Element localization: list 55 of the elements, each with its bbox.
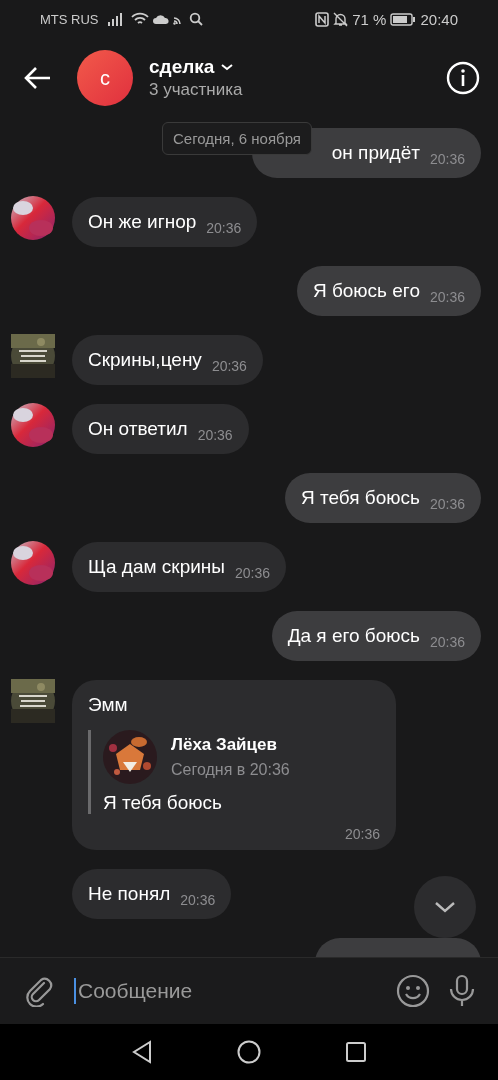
search-icon xyxy=(188,12,203,26)
message-bubble[interactable]: Я боюсь его 20:36 xyxy=(296,266,481,316)
chevron-down-icon[interactable] xyxy=(220,62,235,72)
back-arrow-icon[interactable] xyxy=(24,66,52,90)
wifi-icon xyxy=(130,12,149,26)
date-label: Сегодня, 6 ноября xyxy=(162,122,312,155)
message-timestamp: 20:36 xyxy=(206,220,242,236)
clock-time: 20:40 xyxy=(420,10,458,28)
message-timestamp: 20:36 xyxy=(429,289,465,305)
message-text: Я боюсь его xyxy=(312,280,420,302)
nfc-icon xyxy=(315,11,330,27)
message-timestamp: 20:36 xyxy=(235,565,271,581)
battery-icon xyxy=(390,12,417,26)
message-text: Он ответил xyxy=(88,418,188,440)
message-input[interactable]: Сообщение xyxy=(74,978,378,1004)
quote-timestamp: Сегодня в 20:36 xyxy=(171,761,290,779)
message-bubble[interactable]: Ща дам скрины 20:36 xyxy=(72,542,287,592)
message-timestamp: 20:36 xyxy=(211,358,247,374)
message-text: Не понял xyxy=(88,883,171,905)
message-text: Эмм xyxy=(88,694,128,716)
message-bubble[interactable]: Он ответил 20:36 xyxy=(72,404,249,454)
info-icon[interactable] xyxy=(446,61,480,95)
quoted-text: Я тебя боюсь xyxy=(103,792,223,814)
back-nav-icon[interactable] xyxy=(131,1040,153,1064)
message-timestamp: 20:36 xyxy=(180,892,216,908)
quote-author: Лёха Зайцев xyxy=(171,735,278,755)
message-timestamp: 20:36 xyxy=(429,496,465,512)
message-bubble[interactable]: Эмм Лёха Зайцев Сегодня в 20:36 Я тебя боюсь 20:36 xyxy=(72,680,396,850)
message-bubble[interactable]: Я тебя боюсь 20:36 xyxy=(284,473,481,523)
muted-bell-icon xyxy=(333,11,349,27)
carrier-name: MTS RUS xyxy=(40,11,99,27)
message-bubble[interactable]: Да я его боюсь 20:36 xyxy=(271,611,481,661)
message-bubble[interactable]: Не понял 20:36 xyxy=(72,869,232,919)
recents-nav-icon[interactable] xyxy=(345,1041,367,1063)
message-text: Да я его боюсь xyxy=(287,625,420,647)
message-text: Он же игнор xyxy=(88,211,197,233)
message-text: он придёт xyxy=(331,142,420,164)
message-bubble[interactable]: Скрины,цену 20:36 xyxy=(72,335,263,385)
message-bubble[interactable]: Он же игнор 20:36 xyxy=(72,197,258,247)
message-text: Ща дам скрины xyxy=(88,556,225,578)
message-text: Скрины,цену xyxy=(88,349,202,371)
message-text: Я тебя боюсь xyxy=(300,487,420,509)
emoji-icon[interactable] xyxy=(396,974,430,1008)
chevron-down-icon xyxy=(434,900,456,914)
chat-title[interactable]: сделка xyxy=(149,56,215,78)
message-timestamp: 20:36 xyxy=(197,427,233,443)
microphone-icon[interactable] xyxy=(448,974,476,1008)
home-nav-icon[interactable] xyxy=(237,1040,261,1064)
cloud-icon xyxy=(152,13,169,25)
battery-percent: 71 % xyxy=(352,10,387,28)
message-timestamp: 20:36 xyxy=(429,151,465,167)
message-timestamp: 20:36 xyxy=(429,634,465,650)
chat-avatar[interactable]: с xyxy=(77,50,133,106)
member-count: 3 участника xyxy=(149,80,244,100)
message-timestamp: 20:36 xyxy=(344,826,380,842)
